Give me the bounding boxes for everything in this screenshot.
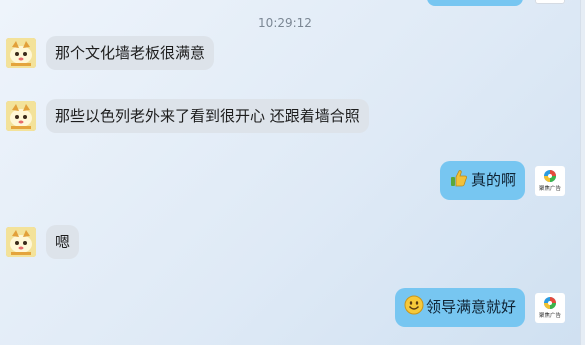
message-received: 那些以色列老外来了看到很开心 还跟着墙合照 [6, 99, 369, 133]
message-timestamp: 10:29:12 [258, 16, 312, 30]
message-received: 那个文化墙老板很满意 [6, 36, 215, 70]
message-bubble[interactable]: 领导满意就好 [394, 288, 525, 327]
previous-message-bubble [427, 0, 523, 6]
message-sent: 聚焦广告 真的啊 [439, 161, 565, 200]
thumbs-up-icon [449, 168, 469, 193]
avatar-brand-label: 聚焦广告 [539, 184, 562, 192]
message-bubble[interactable]: 那些以色列老外来了看到很开心 还跟着墙合照 [46, 99, 369, 133]
message-text: 领导满意就好 [425, 298, 516, 316]
message-bubble[interactable]: 真的啊 [439, 161, 525, 200]
message-received: 嗯 [6, 225, 80, 259]
message-text: 真的啊 [470, 171, 516, 189]
message-bubble[interactable]: 嗯 [46, 225, 80, 259]
cartoon-cat-avatar-icon[interactable] [6, 101, 36, 131]
message-sent: 聚焦广告 领导满意就好 [394, 288, 565, 327]
brand-logo-avatar-icon[interactable]: 聚焦广告 [535, 165, 565, 196]
cartoon-cat-avatar-icon[interactable] [6, 227, 36, 257]
message-text: 那些以色列老外来了看到很开心 还跟着墙合照 [55, 107, 360, 125]
avatar-brand-label: 聚焦广告 [539, 311, 562, 319]
cartoon-cat-avatar-icon[interactable] [6, 38, 36, 68]
previous-brand-avatar [535, 0, 565, 4]
message-bubble[interactable]: 那个文化墙老板很满意 [46, 36, 215, 70]
chat-scrollbar[interactable] [580, 0, 585, 345]
smiley-face-icon [404, 295, 424, 320]
message-text: 那个文化墙老板很满意 [55, 44, 206, 62]
brand-logo-avatar-icon[interactable]: 聚焦广告 [535, 292, 565, 323]
message-text: 嗯 [55, 233, 71, 251]
